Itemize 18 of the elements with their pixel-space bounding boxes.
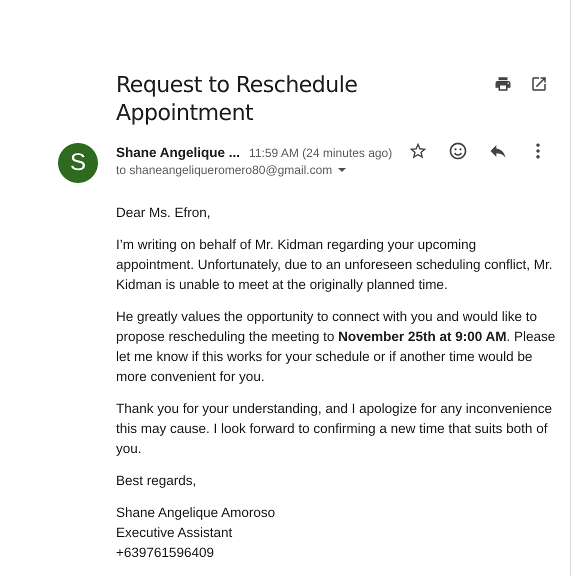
sender-name: Shane Angelique ... bbox=[116, 145, 240, 160]
star-icon[interactable] bbox=[408, 141, 428, 161]
sent-time: 11:59 AM (24 minutes ago) bbox=[249, 146, 392, 160]
body-paragraph: He greatly values the opportunity to connect with you and would like to propose rescheduling the meeting to November 25th at 9:00 AM. Please let me know if this works for your schedule or if another time would be more convenient for you. bbox=[116, 308, 556, 386]
body-paragraph: I’m writing on behalf of Mr. Kidman regarding your upcoming appointment. Unfortunately, due to an unforeseen scheduling conflict, Mr. Kidman is unable to meet at the originally planned time. bbox=[116, 236, 554, 294]
signature-line: +639761596409 bbox=[116, 544, 215, 562]
email-subject: Request to Reschedule Appointment bbox=[116, 72, 358, 128]
signature-line: Shane Angelique Amoroso bbox=[116, 504, 276, 522]
body-paragraph: Best regards, bbox=[116, 472, 198, 490]
body-paragraph: Thank you for your understanding, and I apologize for any inconvenience this may cause. I look forward to confirming a new time that suits both of you. bbox=[116, 400, 554, 458]
recipient: to shaneangeliqueromero80@gmail.com bbox=[116, 163, 332, 177]
emoji-icon[interactable] bbox=[448, 141, 468, 161]
body-paragraph: Dear Ms. Efron, bbox=[116, 204, 212, 222]
open-in-new-icon[interactable] bbox=[530, 75, 548, 93]
dropdown-caret-icon[interactable] bbox=[337, 165, 348, 175]
print-icon[interactable] bbox=[494, 75, 512, 93]
sender-avatar: S bbox=[58, 143, 98, 183]
signature-line: Executive Assistant bbox=[116, 524, 234, 542]
